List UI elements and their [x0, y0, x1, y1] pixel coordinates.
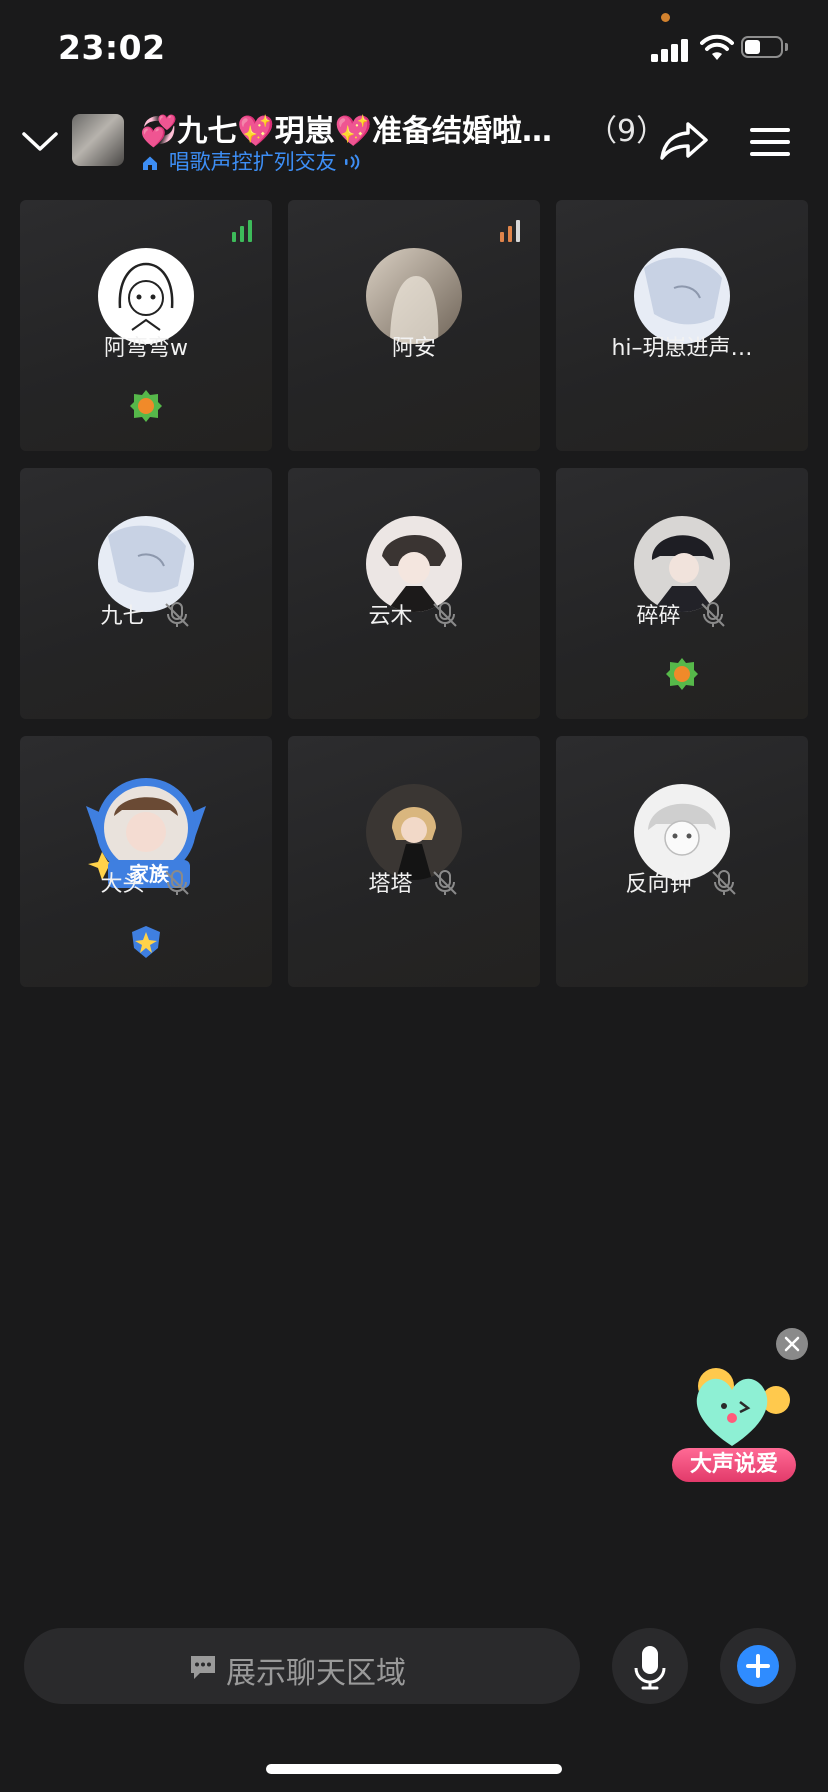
member-name-row: 反向钟 — [556, 866, 808, 906]
room-title[interactable]: 💞九七💖玥崽💖准备结婚啦… （9） — [140, 106, 666, 150]
share-icon[interactable] — [658, 118, 710, 164]
mic-muted-icon — [432, 870, 457, 895]
member-name-row: 云木 — [288, 598, 540, 638]
member-name-row: 塔塔 — [288, 866, 540, 906]
member-name: 九七 — [100, 604, 145, 629]
member-card[interactable]: 云木 — [288, 468, 540, 719]
room-subtitle-text: 唱歌声控扩列交友 — [168, 150, 337, 174]
room-subtitle[interactable]: 唱歌声控扩列交友 — [142, 146, 361, 176]
speaking-signal-icon — [498, 220, 522, 242]
home-icon — [143, 156, 157, 170]
mic-muted-icon — [164, 870, 189, 895]
status-bar: 23:02 — [0, 0, 828, 100]
microphone-icon — [634, 1646, 666, 1690]
member-card[interactable]: 塔塔 — [288, 736, 540, 987]
member-count: （9） — [587, 114, 667, 149]
member-name: 反向钟 — [625, 872, 692, 897]
promo-label[interactable]: 大声说爱 — [672, 1448, 796, 1482]
member-grid: 阿弯弯w 阿安 hi–玥崽进声… 九七 云木 碎碎 家族 大头 塔塔 反向钟 — [20, 200, 809, 988]
menu-icon[interactable] — [748, 122, 794, 162]
chat-area-button[interactable]: 展示聊天区域 — [24, 1628, 580, 1704]
mic-muted-icon — [700, 602, 725, 627]
wifi-icon — [700, 34, 734, 60]
level-badge-icon — [130, 390, 162, 422]
mic-muted-icon — [432, 602, 457, 627]
member-card[interactable]: hi–玥崽进声… — [556, 200, 808, 451]
member-card[interactable]: 阿安 — [288, 200, 540, 451]
member-card[interactable]: 家族 大头 — [20, 736, 272, 987]
microphone-button[interactable] — [612, 1628, 688, 1704]
member-card[interactable]: 反向钟 — [556, 736, 808, 987]
member-name: 阿安 — [391, 336, 436, 361]
member-name-row: 阿弯弯w — [20, 330, 272, 370]
battery-icon — [741, 36, 789, 60]
member-card[interactable]: 九七 — [20, 468, 272, 719]
member-name: 云木 — [368, 604, 413, 629]
sound-wave-icon — [345, 154, 360, 170]
cellular-signal-icon — [651, 38, 689, 62]
member-card[interactable]: 碎碎 — [556, 468, 808, 719]
member-name-row: 碎碎 — [556, 598, 808, 638]
status-time: 23:02 — [58, 28, 166, 67]
room-header: 💞九七💖玥崽💖准备结婚啦… （9） 唱歌声控扩列交友 — [0, 100, 828, 182]
add-button[interactable] — [720, 1628, 796, 1704]
mic-muted-icon — [711, 870, 736, 895]
member-name: hi–玥崽进声… — [611, 336, 753, 361]
speaking-signal-icon — [230, 220, 254, 242]
member-name: 阿弯弯w — [104, 336, 188, 361]
plus-icon — [737, 1645, 779, 1687]
member-name-row: 阿安 — [288, 330, 540, 370]
shield-badge-icon — [132, 926, 160, 958]
member-name-row: hi–玥崽进声… — [556, 330, 808, 370]
home-indicator[interactable] — [266, 1764, 562, 1774]
member-card[interactable]: 阿弯弯w — [20, 200, 272, 451]
member-name: 碎碎 — [636, 604, 681, 629]
close-promo-button[interactable] — [776, 1328, 808, 1360]
close-icon — [784, 1336, 800, 1352]
chat-area-label: 展示聊天区域 — [226, 1656, 406, 1691]
member-name: 大头 — [100, 872, 145, 897]
chat-bubble-icon — [191, 1656, 215, 1679]
room-title-text: 💞九七💖玥崽💖准备结婚啦… — [140, 114, 553, 149]
privacy-dot — [661, 13, 670, 22]
chevron-down-icon[interactable] — [20, 122, 60, 162]
member-name-row: 大头 — [20, 866, 272, 906]
room-avatar[interactable] — [72, 114, 124, 166]
member-name-row: 九七 — [20, 598, 272, 638]
level-badge-icon — [666, 658, 698, 690]
mic-muted-icon — [164, 602, 189, 627]
member-name: 塔塔 — [368, 872, 413, 897]
